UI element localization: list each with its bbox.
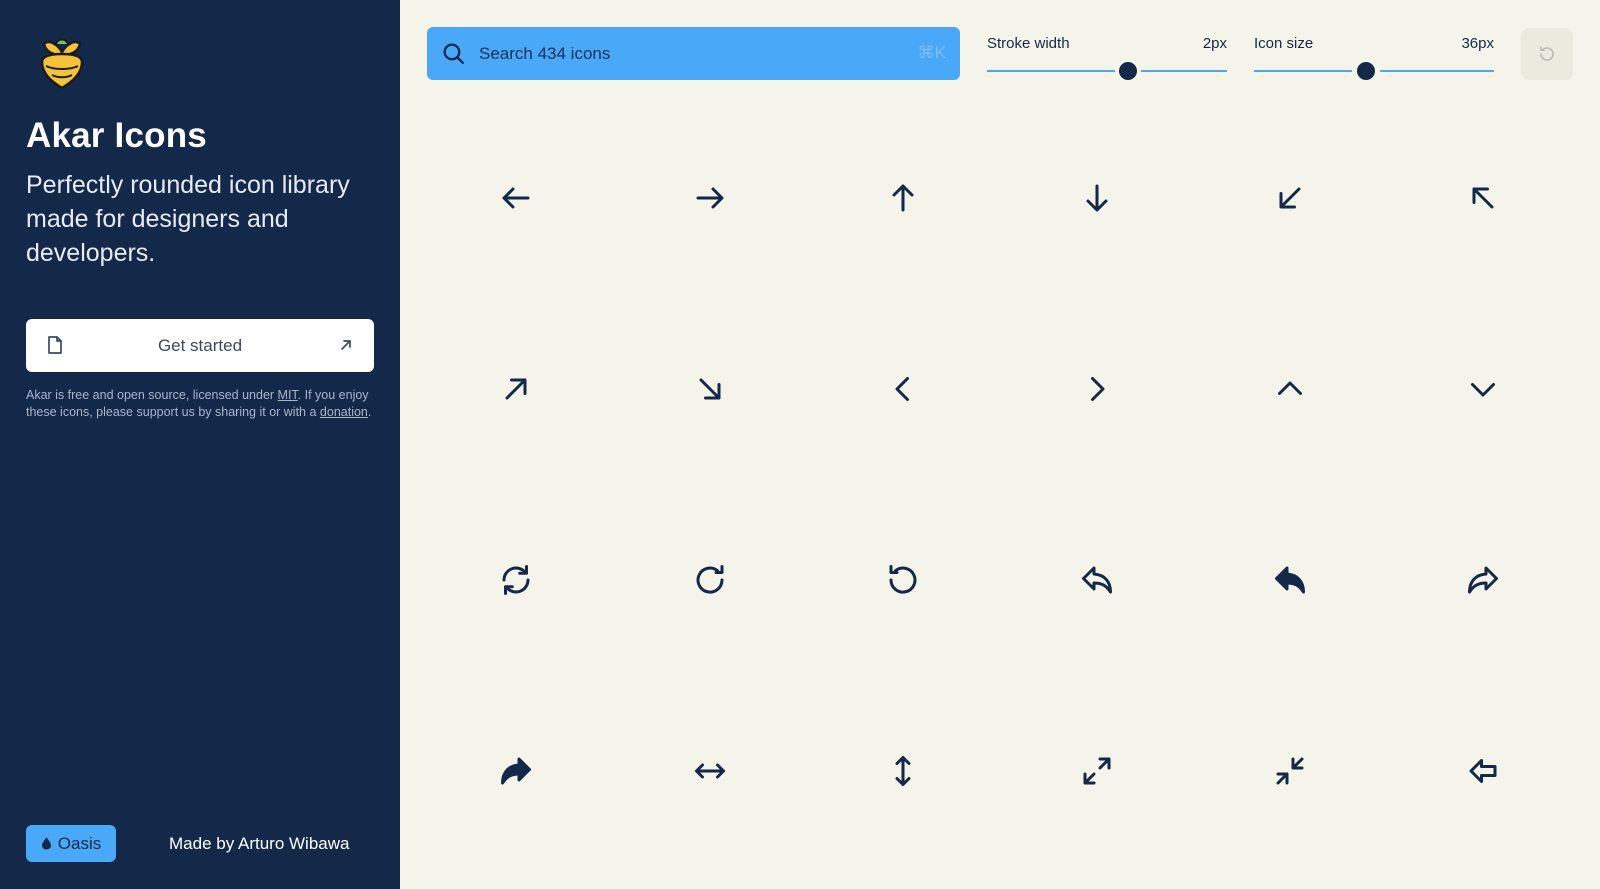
arrow-up-down-icon[interactable] [880,748,926,794]
stroke-width-label: Stroke width [987,35,1070,52]
enlarge-icon[interactable] [1074,748,1120,794]
app-title: Akar Icons [26,116,207,155]
donation-link[interactable]: donation [320,405,368,419]
arrow-up-icon[interactable] [880,175,926,221]
icon-size-label: Icon size [1254,35,1314,52]
theme-label: Oasis [57,833,102,853]
arrow-clockwise-icon[interactable] [687,557,733,603]
icon-size-value: 36px [1461,35,1494,52]
mit-link[interactable]: MIT [278,388,298,402]
arrow-left-icon[interactable] [493,175,539,221]
search-input[interactable] [479,27,879,80]
turnip-logo-icon [40,38,84,90]
chevron-down-icon[interactable] [1460,366,1506,412]
arrow-counter-clockwise-icon[interactable] [880,557,926,603]
arrow-back-thick-icon[interactable] [1460,748,1506,794]
chevron-left-icon[interactable] [880,366,926,412]
author-credit: Made by Arturo Wibawa [169,834,350,853]
license-text-part: Akar is free and open source, licensed u… [26,388,278,402]
arrow-down-icon[interactable] [1074,175,1120,221]
sidebar: Akar Icons Perfectly rounded icon librar… [0,0,400,889]
search-shortcut-hint: ⌘K [917,43,946,62]
chevron-right-icon[interactable] [1074,366,1120,412]
reset-button[interactable] [1521,28,1573,80]
arrow-down-right-icon[interactable] [687,366,733,412]
arrow-up-right-icon [341,340,351,350]
arrow-cycle-icon[interactable] [493,557,539,603]
arrow-up-left-icon[interactable] [1460,175,1506,221]
license-text-part: . [367,404,372,419]
arrow-left-right-icon[interactable] [687,748,733,794]
stroke-width-track[interactable] [987,70,1227,72]
theme-button[interactable]: Oasis [26,825,116,862]
stroke-width-value: 2px [1202,35,1227,52]
reduce-icon[interactable] [1267,748,1313,794]
search-icon [443,43,465,65]
arrow-up-right-icon[interactable] [493,366,539,412]
stroke-width-slider[interactable] [1119,62,1137,80]
arrow-forward-thick-fill-icon[interactable] [493,748,539,794]
file-icon [48,336,62,354]
get-started-button[interactable]: Get started [26,319,374,372]
arrow-back-icon[interactable] [1074,557,1120,603]
arrow-forward-icon[interactable] [1460,557,1506,603]
arrow-down-left-icon[interactable] [1267,175,1313,221]
search-bar[interactable]: ⌘K [427,27,960,80]
water-drop-icon [41,837,51,850]
icon-size-slider[interactable] [1357,62,1375,80]
tagline: Perfectly rounded icon library made for … [26,171,350,267]
arrow-back-thick-fill-icon[interactable] [1267,557,1313,603]
reset-icon [1540,46,1554,61]
license-text: Akar is free and open source, licensed u… [26,387,376,420]
chevron-up-icon[interactable] [1267,366,1313,412]
get-started-label: Get started [157,335,243,355]
arrow-right-icon[interactable] [687,175,733,221]
